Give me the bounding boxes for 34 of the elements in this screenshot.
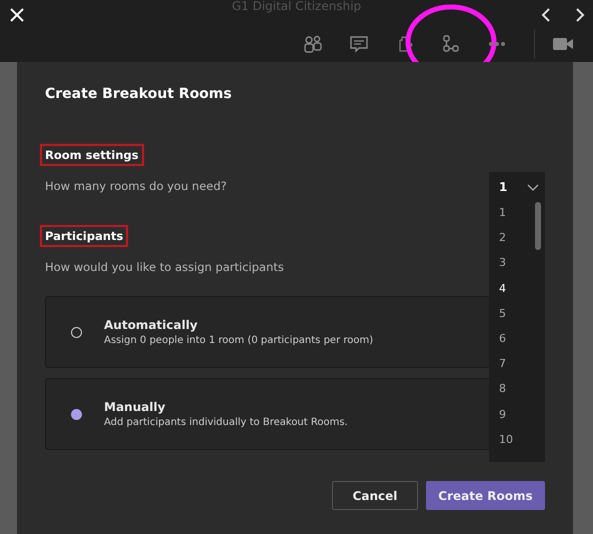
more-icon[interactable] [488, 41, 506, 47]
section-heading: Room settings [40, 144, 144, 166]
dropdown-option[interactable]: 2 [499, 225, 506, 250]
dropdown-option[interactable]: 5 [499, 300, 506, 326]
create-button[interactable]: Create Rooms [426, 481, 545, 510]
room-count-dropdown[interactable]: 1 1 2 3 4 5 6 7 8 9 10 [489, 172, 545, 462]
dropdown-value: 1 [499, 180, 508, 194]
breakout-rooms-icon[interactable] [442, 35, 460, 53]
dropdown-option[interactable]: 7 [499, 351, 506, 376]
section-prompt: How many rooms do you need? [45, 179, 227, 193]
dropdown-option[interactable]: 4 [499, 276, 506, 301]
dialog-title: Create Breakout Rooms [45, 86, 233, 102]
option-description: Add participants individually to Breakout Rooms. [104, 417, 348, 428]
option-description: Assign 0 people into 1 room (0 participants per room) [104, 335, 374, 346]
radio-button[interactable] [71, 408, 82, 420]
option-title: Automatically [104, 318, 199, 332]
radio-button[interactable] [71, 326, 82, 338]
close-icon[interactable] [10, 8, 24, 22]
dropdown-option[interactable]: 1 [499, 200, 506, 226]
chevron-right-icon[interactable] [575, 8, 585, 22]
cancel-button[interactable]: Cancel [332, 481, 418, 510]
section-heading: Participants [40, 225, 128, 247]
dropdown-option[interactable]: 10 [499, 426, 513, 452]
option-title: Manually [104, 400, 166, 414]
chat-icon[interactable] [350, 35, 368, 53]
dropdown-option[interactable]: 9 [499, 402, 506, 427]
camera-icon[interactable] [553, 37, 573, 51]
section-prompt: How would you like to assign participants [45, 260, 284, 274]
dropdown-option[interactable]: 8 [499, 376, 506, 402]
dropdown-option[interactable]: 6 [499, 326, 506, 352]
chevron-left-icon[interactable] [541, 8, 551, 22]
scrollbar-thumb[interactable] [535, 202, 541, 250]
dropdown-option[interactable]: 3 [499, 250, 506, 276]
people-icon[interactable] [304, 35, 322, 53]
